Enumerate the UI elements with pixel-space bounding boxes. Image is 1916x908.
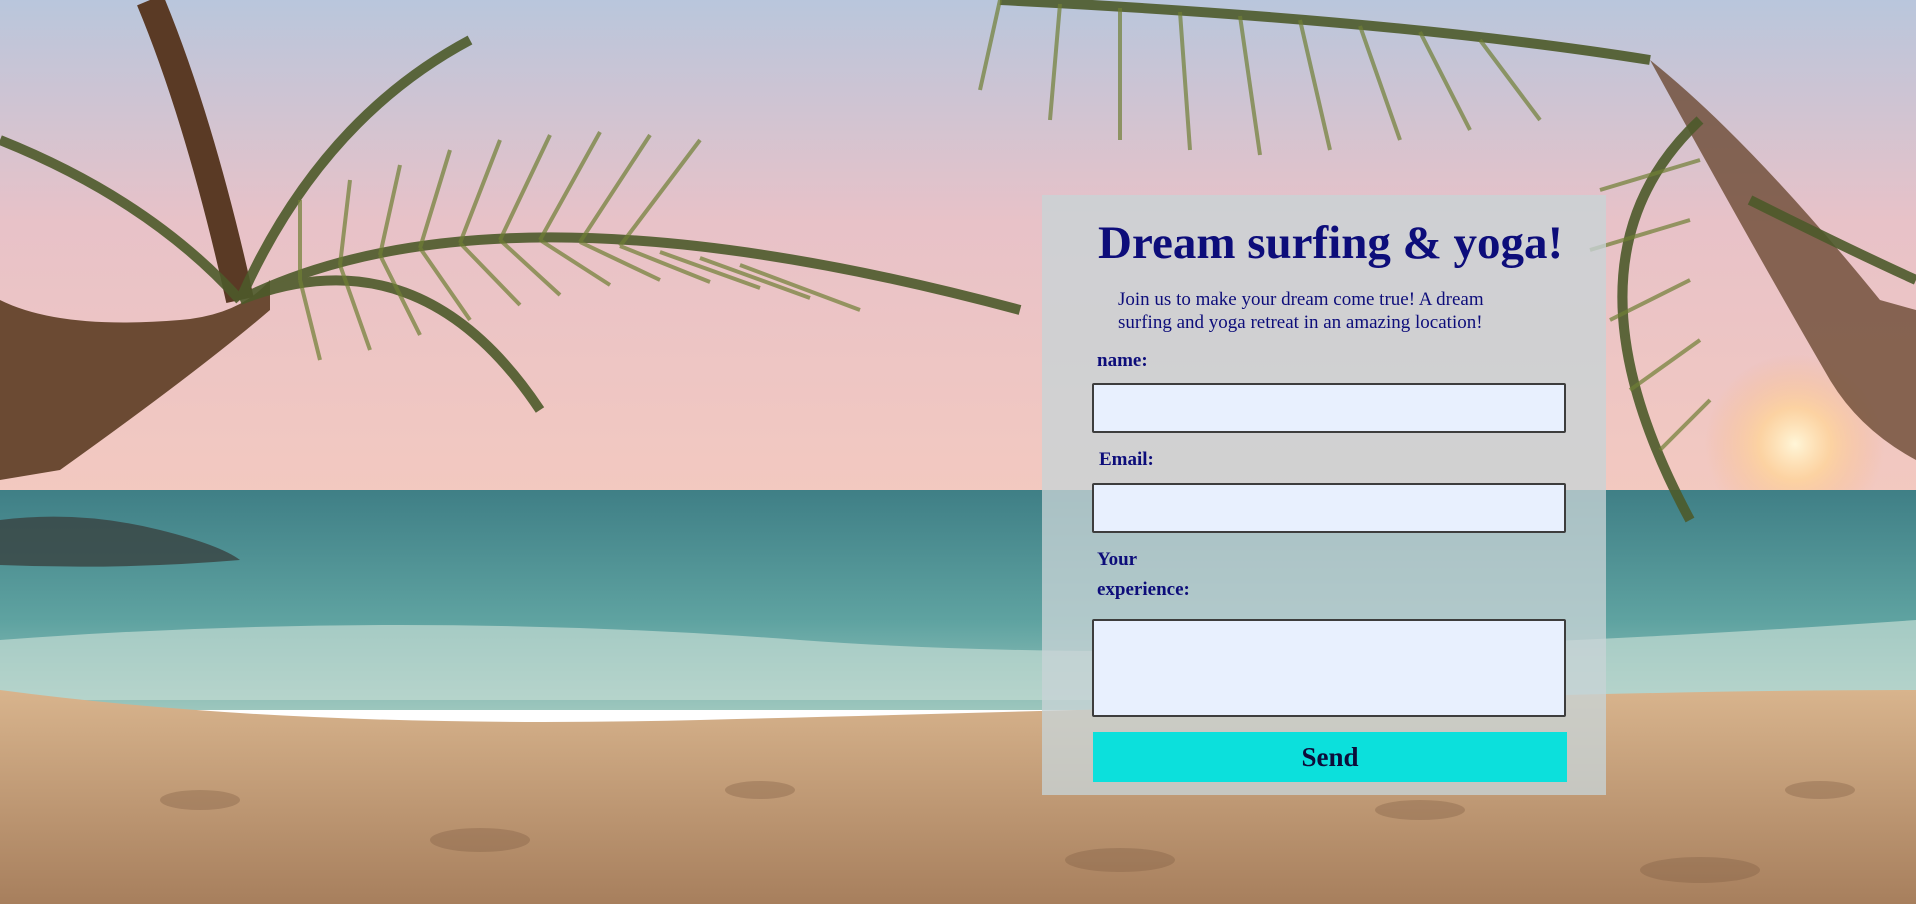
intro-text: Join us to make your dream come true! A … xyxy=(1118,289,1484,333)
signup-form-panel: Dream surfing & yoga! Join us to make yo… xyxy=(1042,195,1606,795)
experience-label: Your experience: xyxy=(1097,549,1190,600)
email-input[interactable] xyxy=(1092,483,1566,533)
name-label: name: xyxy=(1097,350,1148,371)
email-label: Email: xyxy=(1099,449,1154,470)
beach-background-image xyxy=(0,0,1916,904)
name-input[interactable] xyxy=(1092,383,1566,433)
experience-textarea[interactable] xyxy=(1092,619,1566,717)
send-button[interactable]: Send xyxy=(1093,732,1567,782)
form-title: Dream surfing & yoga! xyxy=(1098,217,1564,269)
